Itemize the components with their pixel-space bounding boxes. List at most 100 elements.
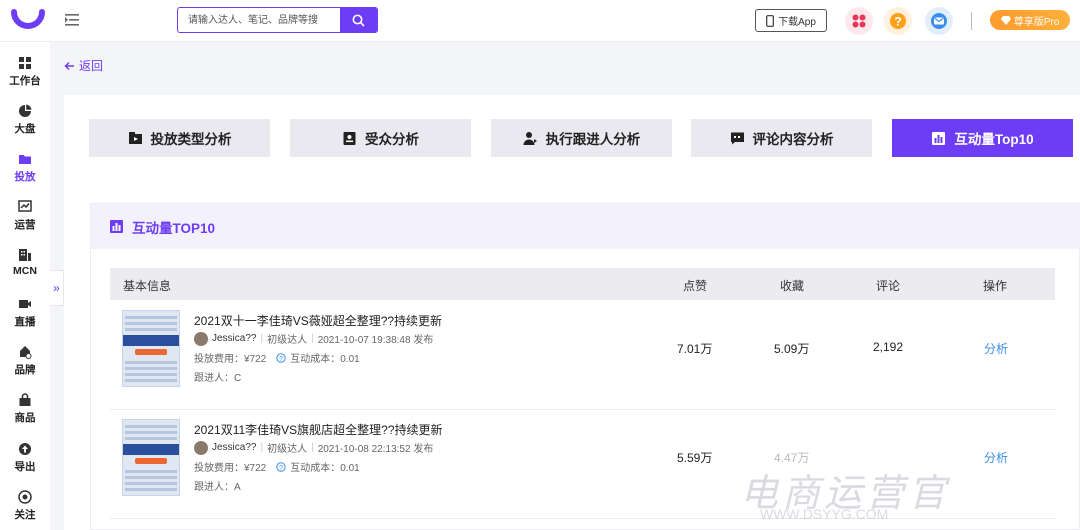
note-title[interactable]: 2021双11李佳琦VS旗舰店超全整理??持续更新 <box>194 421 443 438</box>
sidebar-item-operation[interactable]: 运营 <box>0 200 50 240</box>
column-header: 基本信息 <box>123 279 172 293</box>
info-icon[interactable]: ? <box>276 461 286 472</box>
sidebar-item-brand[interactable]: 品牌 <box>0 345 50 385</box>
apps-icon <box>852 14 866 28</box>
note-cost: 投放费用：¥722 ? 互动成本：0.01 <box>194 459 360 474</box>
search-input[interactable] <box>178 8 341 32</box>
svg-text:?: ? <box>279 355 283 362</box>
id-card-icon <box>343 131 356 145</box>
sidebar-item-label: 导出 <box>14 461 36 473</box>
svg-text:?: ? <box>894 15 901 29</box>
tab-label: 受众分析 <box>365 132 419 147</box>
arrow-left-icon <box>64 61 74 70</box>
divider: | <box>260 333 264 344</box>
column-header: 操作 <box>983 279 1008 293</box>
search-button[interactable] <box>340 8 377 32</box>
sidebar-item-placement[interactable]: 投放 <box>0 152 50 192</box>
eye-icon <box>18 490 32 504</box>
tab-label: 执行跟进人分析 <box>545 132 641 147</box>
sidebar-item-export[interactable]: 导出 <box>0 442 50 482</box>
search-icon <box>352 14 365 27</box>
download-app-button[interactable]: 下载App <box>755 9 827 32</box>
publish-time: 2021-10-08 22:13:52 发布 <box>317 444 434 455</box>
sidebar-item-label: MCN <box>13 265 37 277</box>
logo-icon[interactable] <box>11 6 45 36</box>
interaction-cost: 互动成本：0.01 <box>290 463 360 474</box>
help-icon: ? <box>890 13 906 29</box>
analyze-link[interactable]: 分析 <box>984 340 1008 357</box>
sidebar: 工作台 大盘 投放 运营 MCN 直播 品牌 商品 导出 关注 <box>0 42 50 530</box>
publish-time: 2021-10-07 19:38:48 发布 <box>317 335 434 346</box>
panel-title: 互动量TOP10 <box>132 220 216 236</box>
sidebar-item-label: 工作台 <box>9 75 41 87</box>
follower: 跟进人：A <box>194 482 241 493</box>
author-name[interactable]: Jessica?? <box>212 442 256 453</box>
tab-audience[interactable]: 受众分析 <box>290 119 471 157</box>
note-thumbnail[interactable] <box>122 419 180 496</box>
tab-interaction-top10[interactable]: 互动量Top10 <box>892 119 1073 157</box>
tab-comments[interactable]: 评论内容分析 <box>691 119 872 157</box>
tab-label: 评论内容分析 <box>752 132 834 147</box>
tab-follower[interactable]: 执行跟进人分析 <box>491 119 672 157</box>
note-thumbnail[interactable] <box>122 310 180 387</box>
note-cost: 投放费用：¥722 ? 互动成本：0.01 <box>194 350 360 365</box>
analyze-link[interactable]: 分析 <box>984 449 1008 466</box>
help-button[interactable]: ? <box>884 7 912 35</box>
tab-placement-type[interactable]: 投放类型分析 <box>89 119 270 157</box>
info-icon[interactable]: ? <box>276 352 286 363</box>
column-header: 评论 <box>876 279 901 293</box>
grid-icon <box>19 57 31 69</box>
sidebar-item-dashboard[interactable]: 大盘 <box>0 104 50 144</box>
bar-chart-icon <box>110 220 123 233</box>
svg-text:?: ? <box>279 464 283 471</box>
note-title[interactable]: 2021双十一李佳琦VS薇娅超全整理??持续更新 <box>194 312 442 329</box>
pro-upgrade-button[interactable]: 尊享版Pro <box>990 10 1070 30</box>
tab-label: 投放类型分析 <box>150 132 232 147</box>
apps-button[interactable] <box>845 7 873 35</box>
menu-toggle-icon[interactable] <box>64 12 80 28</box>
likes-value: 7.01万 <box>677 342 713 356</box>
sidebar-item-label: 运营 <box>14 219 36 231</box>
messages-button[interactable] <box>925 7 953 35</box>
sidebar-item-label: 投放 <box>14 171 36 183</box>
likes-value: 5.59万 <box>677 451 713 465</box>
placement-cost: 投放费用：¥722 <box>194 354 267 365</box>
avatar <box>194 440 208 455</box>
author-level: 初级达人 <box>267 444 308 455</box>
author-name[interactable]: Jessica?? <box>212 333 256 344</box>
sidebar-item-follow[interactable]: 关注 <box>0 490 50 530</box>
top-bar: 下载App ? 尊享版Pro <box>0 0 1080 42</box>
watermark-url: WWW.DSYYG.COM <box>760 506 889 522</box>
note-meta: Jessica?? | 初级达人 | 2021-10-08 22:13:52 发… <box>194 440 433 455</box>
export-icon <box>19 443 31 455</box>
pie-icon <box>19 104 32 117</box>
column-header: 收藏 <box>780 279 805 293</box>
divider: | <box>311 442 314 453</box>
comment-icon <box>730 132 744 144</box>
sidebar-item-label: 商品 <box>14 412 36 424</box>
mail-icon <box>931 13 947 29</box>
table-row: 2021双十一李佳琦VS薇娅超全整理??持续更新 Jessica?? | 初级达… <box>110 302 1055 410</box>
table-header: 基本信息 点赞 收藏 评论 操作 <box>110 268 1055 300</box>
back-link[interactable]: 返回 <box>64 57 103 74</box>
sidebar-item-mcn[interactable]: MCN <box>0 248 50 288</box>
sidebar-item-live[interactable]: 直播 <box>0 297 50 337</box>
sidebar-expand-button[interactable]: » <box>50 270 64 306</box>
panel-header: 互动量TOP10 <box>91 204 1080 249</box>
follower: 跟进人：C <box>194 373 242 384</box>
bar-chart-icon <box>932 131 946 145</box>
sidebar-item-label: 直播 <box>14 316 36 328</box>
bag-icon <box>19 393 31 406</box>
author-level: 初级达人 <box>267 335 308 346</box>
phone-icon <box>766 14 774 27</box>
download-app-label: 下载App <box>778 17 816 28</box>
pro-label: 尊享版Pro <box>1013 16 1060 28</box>
tab-label: 互动量Top10 <box>954 132 1034 147</box>
column-header: 点赞 <box>683 279 708 293</box>
sidebar-item-goods[interactable]: 商品 <box>0 393 50 433</box>
building-icon <box>19 249 31 261</box>
person-icon <box>523 131 537 145</box>
sidebar-item-workbench[interactable]: 工作台 <box>0 56 50 96</box>
interaction-cost: 互动成本：0.01 <box>290 354 360 365</box>
sidebar-item-label: 关注 <box>14 509 36 521</box>
